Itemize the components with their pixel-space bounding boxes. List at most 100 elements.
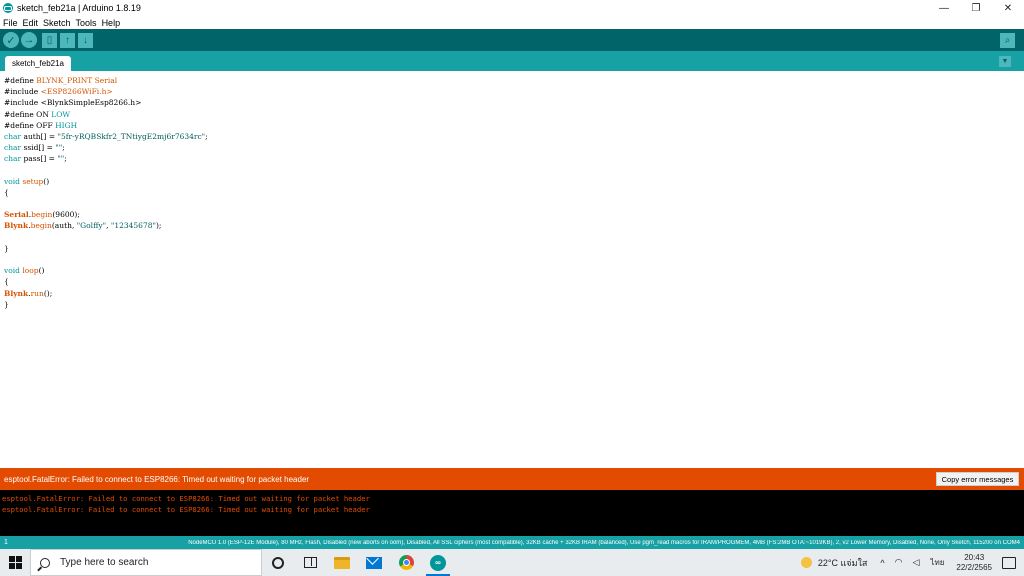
file-explorer-button[interactable] bbox=[326, 549, 358, 576]
console-output[interactable]: esptool.FatalError: Failed to connect to… bbox=[0, 490, 1024, 536]
code-line[interactable]: char pass[] = ""; bbox=[4, 153, 208, 164]
code-line[interactable]: Blynk.run(); bbox=[4, 288, 208, 299]
task-view-button[interactable] bbox=[294, 549, 326, 576]
console-line: esptool.FatalError: Failed to connect to… bbox=[2, 494, 370, 503]
notification-icon[interactable] bbox=[1002, 556, 1016, 569]
arduino-icon: ∞ bbox=[430, 554, 446, 571]
code-token: setup bbox=[22, 176, 44, 186]
tray-overflow-button[interactable]: ^ bbox=[880, 558, 884, 568]
code-line[interactable] bbox=[4, 198, 208, 209]
arduino-logo-icon bbox=[3, 3, 13, 13]
windows-logo-icon bbox=[8, 556, 22, 569]
code-token: ssid[] = bbox=[21, 143, 56, 153]
minimize-button[interactable]: — bbox=[928, 0, 960, 16]
code-token: "5fr-yRQBSkfr2_TNtiygE2mj6r7634rc" bbox=[57, 131, 206, 141]
task-view-icon bbox=[303, 557, 317, 568]
sun-icon bbox=[800, 557, 812, 568]
maximize-button[interactable]: ❐ bbox=[960, 0, 992, 16]
taskbar-search[interactable]: Type here to search bbox=[30, 549, 262, 576]
upload-button[interactable]: → bbox=[21, 32, 37, 48]
code-line[interactable]: #define OFF HIGH bbox=[4, 120, 208, 131]
line-number: 1 bbox=[4, 539, 8, 546]
console-line: esptool.FatalError: Failed to connect to… bbox=[2, 505, 370, 514]
code-token: auth[] = bbox=[21, 131, 58, 141]
volume-icon[interactable]: ◁ bbox=[913, 557, 920, 568]
chrome-button[interactable] bbox=[390, 549, 422, 576]
cortana-button[interactable] bbox=[262, 549, 294, 576]
code-token: BLYNK_PRINT Serial bbox=[36, 76, 118, 85]
clock-date: 22/2/2565 bbox=[956, 562, 992, 572]
copy-error-button[interactable]: Copy error messages bbox=[936, 472, 1019, 486]
code-line[interactable]: } bbox=[4, 243, 208, 254]
serial-monitor-button[interactable]: ⌕ bbox=[1000, 32, 1015, 48]
code-token: ; bbox=[62, 143, 65, 153]
code-line[interactable]: } bbox=[4, 299, 208, 310]
code-line[interactable]: void loop() bbox=[4, 265, 208, 276]
code-line[interactable] bbox=[4, 254, 208, 265]
code-token: #define OFF bbox=[4, 120, 56, 130]
code-token: "12345678" bbox=[110, 221, 156, 231]
code-line[interactable]: #define BLYNK_PRINT Serial bbox=[4, 75, 208, 86]
code-token: { bbox=[4, 277, 9, 287]
verify-button[interactable]: ✓ bbox=[3, 32, 19, 48]
tab-sketch[interactable]: sketch_feb21a bbox=[5, 56, 71, 71]
folder-icon bbox=[334, 556, 350, 569]
language-indicator[interactable]: ไทย bbox=[930, 556, 944, 569]
code-token: char bbox=[4, 131, 22, 141]
code-line[interactable]: #define ON LOW bbox=[4, 109, 208, 120]
menu-tools[interactable]: Tools bbox=[76, 18, 97, 28]
code-token: <ESP8266WiFi.h> bbox=[40, 87, 113, 97]
code-token: } bbox=[4, 299, 9, 309]
menu-help[interactable]: Help bbox=[102, 18, 121, 28]
new-button[interactable]: ▯ bbox=[42, 32, 57, 48]
code-token: ; bbox=[205, 131, 208, 141]
open-button[interactable]: ↑ bbox=[60, 32, 75, 48]
code-line[interactable]: #include <ESP8266WiFi.h> bbox=[4, 86, 208, 97]
tab-menu-button[interactable]: ▼ bbox=[999, 56, 1011, 67]
toolbar: ✓ → ▯ ↑ ↓ ⌕ bbox=[0, 29, 1024, 51]
code-token: (auth, bbox=[51, 221, 77, 231]
code-token: HIGH bbox=[55, 120, 78, 130]
error-bar: esptool.FatalError: Failed to connect to… bbox=[0, 468, 1024, 490]
code-line[interactable]: Serial.begin(9600); bbox=[4, 209, 208, 220]
code-token: loop bbox=[22, 266, 39, 276]
code-token: #define ON bbox=[4, 109, 52, 119]
wifi-icon[interactable]: ◠ bbox=[895, 557, 903, 568]
code-line[interactable]: Blynk.begin(auth, "Golffy", "12345678"); bbox=[4, 220, 208, 231]
search-icon bbox=[40, 557, 50, 568]
code-token: LOW bbox=[51, 109, 71, 119]
chevron-down-icon: ▼ bbox=[1001, 58, 1009, 65]
code-token: void bbox=[4, 266, 20, 276]
code-line[interactable]: { bbox=[4, 187, 208, 198]
clock-time: 20:43 bbox=[964, 552, 985, 562]
mail-button[interactable] bbox=[358, 549, 390, 576]
code-line[interactable] bbox=[4, 232, 208, 243]
menu-sketch[interactable]: Sketch bbox=[43, 18, 71, 28]
code-token: char bbox=[4, 143, 22, 153]
weather-widget[interactable]: 22°C แจ่มใส bbox=[818, 556, 868, 570]
board-config: NodeMCU 1.0 (ESP-12E Module), 80 MHz, Fl… bbox=[188, 539, 1020, 546]
new-file-icon: ▯ bbox=[46, 34, 53, 46]
code-token: void bbox=[4, 176, 20, 186]
menu-file[interactable]: File bbox=[3, 18, 18, 28]
code-line[interactable]: char auth[] = "5fr-yRQBSkfr2_TNtiygE2mj6… bbox=[4, 131, 208, 142]
arduino-taskbar-button[interactable]: ∞ bbox=[422, 549, 454, 576]
code-editor[interactable]: #define BLYNK_PRINT Serial #include <ESP8… bbox=[0, 71, 1024, 468]
start-button[interactable] bbox=[0, 549, 30, 576]
close-button[interactable]: ✕ bbox=[992, 0, 1024, 16]
code-line[interactable]: { bbox=[4, 276, 208, 287]
code-line[interactable] bbox=[4, 165, 208, 176]
code-token: () bbox=[43, 176, 50, 186]
code-token: ); bbox=[155, 221, 162, 231]
check-icon: ✓ bbox=[6, 34, 16, 47]
code-text[interactable]: #define BLYNK_PRINT Serial #include <ESP8… bbox=[4, 75, 208, 310]
code-token: (9600); bbox=[52, 210, 80, 220]
cortana-icon bbox=[272, 556, 284, 569]
clock[interactable]: 20:43 22/2/2565 bbox=[956, 553, 992, 573]
code-token: #define bbox=[4, 76, 37, 85]
code-line[interactable]: void setup() bbox=[4, 176, 208, 187]
save-button[interactable]: ↓ bbox=[78, 32, 93, 48]
code-line[interactable]: char ssid[] = ""; bbox=[4, 142, 208, 153]
menu-edit[interactable]: Edit bbox=[23, 18, 39, 28]
code-line[interactable]: #include <BlynkSimpleEsp8266.h> bbox=[4, 97, 208, 108]
